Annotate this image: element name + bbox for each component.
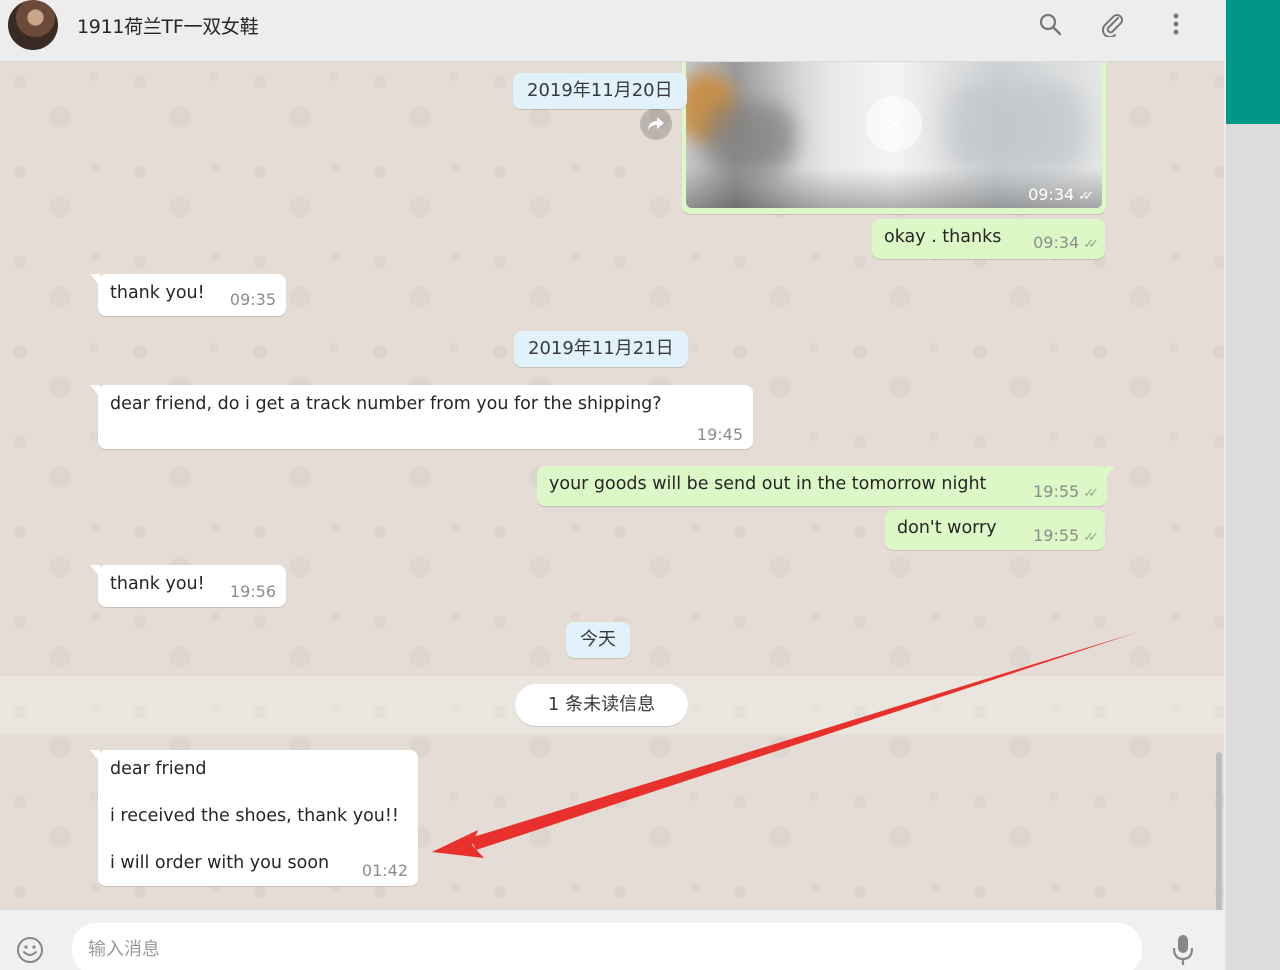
message-bubble-incoming[interactable]: dear friend i received the shoes, thank …: [90, 750, 418, 886]
emoji-icon[interactable]: [14, 934, 46, 966]
message-bubble-incoming[interactable]: thank you! 19:56: [90, 565, 286, 607]
composer-bar: [0, 910, 1224, 970]
message-bubble-outgoing[interactable]: your goods will be send out in the tomor…: [537, 466, 1115, 506]
message-input[interactable]: [72, 923, 1142, 970]
message-bubble-incoming[interactable]: dear friend, do i get a track number fro…: [90, 385, 753, 449]
chat-header: 1911荷兰TF一双女鞋: [0, 0, 1224, 62]
message-text: thank you!: [110, 574, 205, 594]
accent-bar: [1224, 0, 1280, 124]
image-message[interactable]: 09:34 ✓✓: [682, 62, 1106, 214]
message-time: 19:56: [229, 582, 276, 601]
message-text: dear friend, do i get a track number fro…: [110, 394, 662, 414]
side-strip: [1224, 0, 1280, 970]
message-time: 19:55 ✓✓: [1033, 526, 1099, 545]
search-icon[interactable]: [1036, 10, 1064, 38]
mic-icon[interactable]: [1168, 932, 1198, 968]
message-text-line: i will order with you soon: [110, 853, 330, 873]
message-time: 09:35: [229, 290, 276, 309]
message-text-line: dear friend: [110, 759, 207, 779]
message-text-line: i received the shoes, thank you!!: [110, 806, 399, 826]
conversation-panel[interactable]: 09:34 ✓✓ 2019年11月20日 okay . thanks 09:34 ✓…: [0, 62, 1224, 910]
date-divider: 2019年11月20日: [513, 73, 687, 109]
message-time: 19:45: [696, 425, 743, 444]
avatar[interactable]: [8, 0, 58, 50]
message-time: 19:55 ✓✓: [1033, 482, 1099, 501]
menu-icon[interactable]: [1162, 10, 1190, 38]
message-time: 01:42: [361, 861, 408, 880]
message-text: your goods will be send out in the tomor…: [549, 474, 987, 494]
date-divider: 2019年11月21日: [514, 331, 688, 367]
cancel-download-icon[interactable]: [866, 96, 922, 152]
forward-icon[interactable]: [640, 108, 672, 140]
unread-count-label: 1 条未读信息: [515, 684, 688, 726]
whatsapp-web-window: 1911荷兰TF一双女鞋 09:34 ✓✓ 2019年11月20日 okay .…: [0, 0, 1280, 970]
side-strip-edge: [1224, 0, 1226, 970]
scrollbar[interactable]: [1216, 752, 1222, 910]
date-divider: 今天: [566, 622, 630, 658]
image-thumbnail[interactable]: 09:34 ✓✓: [686, 62, 1102, 208]
contact-name[interactable]: 1911荷兰TF一双女鞋: [77, 12, 259, 39]
message-text: thank you!: [110, 283, 205, 303]
message-text: okay . thanks: [884, 227, 1002, 247]
message-text: don't worry: [897, 518, 997, 538]
message-bubble-outgoing[interactable]: don't worry 19:55 ✓✓: [885, 510, 1105, 550]
message-bubble-outgoing[interactable]: okay . thanks 09:34 ✓✓: [872, 219, 1105, 259]
attach-icon[interactable]: [1098, 10, 1126, 38]
message-time: 09:34 ✓✓: [1033, 233, 1099, 252]
message-bubble-incoming[interactable]: thank you! 09:35: [90, 274, 286, 316]
message-time: 09:34 ✓✓: [1028, 185, 1094, 204]
